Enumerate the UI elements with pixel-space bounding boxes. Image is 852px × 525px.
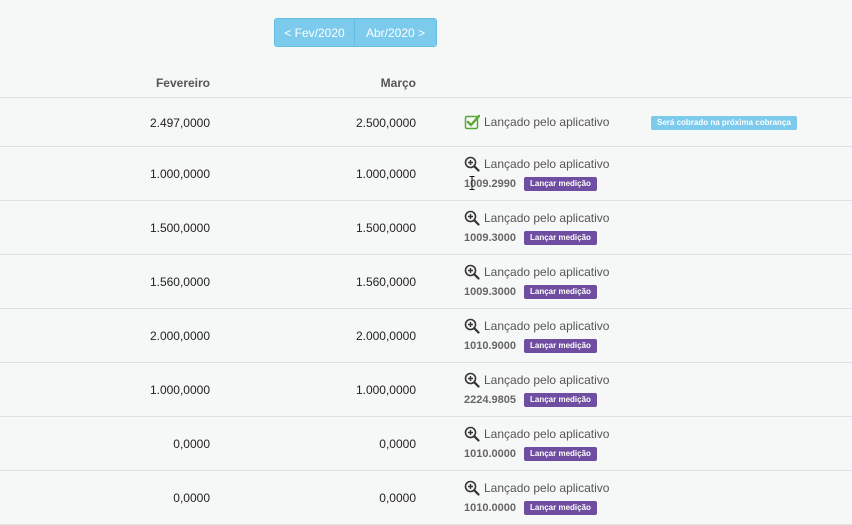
february-value: 0,0000	[173, 437, 210, 451]
launch-reading-button[interactable]: Lançar medição	[524, 447, 597, 461]
status: Lançado pelo aplicativo	[464, 480, 609, 496]
readings-table: 2.497,0000 2.500,0000 Lançado pelo aplic…	[0, 97, 852, 525]
march-value: 2.500,0000	[355, 116, 416, 130]
meter-reading: 2224.9805 Lançar medição	[464, 393, 597, 407]
column-header-february: Fevereiro	[155, 76, 210, 90]
zoom-in-icon[interactable]	[464, 210, 480, 226]
meter-value: 1010.0000	[464, 502, 516, 514]
next-month-button[interactable]: Abr/2020 >	[355, 19, 436, 46]
meter-value: 1009.3000	[464, 286, 516, 298]
status-text: Lançado pelo aplicativo	[484, 373, 610, 387]
table-row: 1.500,0000 1.500,0000 Lançado pelo aplic…	[0, 201, 852, 255]
launch-reading-button[interactable]: Lançar medição	[524, 285, 597, 299]
status: Lançado pelo aplicativo	[464, 264, 609, 280]
status: Lançado pelo aplicativo	[464, 156, 609, 172]
table-row: 1.000,0000 1.000,0000 Lançado pelo aplic…	[0, 363, 852, 417]
status: Lançado pelo aplicativo	[464, 426, 609, 442]
status-text: Lançado pelo aplicativo	[484, 481, 610, 495]
launch-reading-button[interactable]: Lançar medição	[524, 339, 597, 353]
launch-reading-button[interactable]: Lançar medição	[524, 393, 597, 407]
status: Lançado pelo aplicativo	[464, 114, 609, 130]
column-header-march: Março	[380, 76, 416, 90]
launch-reading-button[interactable]: Lançar medição	[524, 231, 597, 245]
march-value: 0,0000	[379, 491, 416, 505]
text-cursor-icon	[469, 176, 475, 190]
meter-value: 1009.3000	[464, 232, 516, 244]
february-value: 1.500,0000	[149, 221, 210, 235]
february-value: 1.000,0000	[149, 167, 210, 181]
status: Lançado pelo aplicativo	[464, 210, 609, 226]
zoom-in-icon[interactable]	[464, 318, 480, 334]
zoom-in-icon[interactable]	[464, 156, 480, 172]
table-row: 1.000,0000 1.000,0000 Lançado pelo aplic…	[0, 147, 852, 201]
meter-value: 2224.9805	[464, 394, 516, 406]
status: Lançado pelo aplicativo	[464, 372, 609, 388]
meter-reading: 1009.3000 Lançar medição	[464, 231, 597, 245]
status-text: Lançado pelo aplicativo	[484, 115, 610, 129]
meter-reading: 1010.0000 Lançar medição	[464, 447, 597, 461]
february-value: 2.497,0000	[149, 116, 210, 130]
meter-value: 1010.0000	[464, 448, 516, 460]
march-value: 0,0000	[379, 437, 416, 451]
status-text: Lançado pelo aplicativo	[484, 211, 610, 225]
march-value: 1.500,0000	[355, 221, 416, 235]
billing-badge: Será cobrado na próxima cobrança	[651, 116, 797, 130]
table-row: 2.497,0000 2.500,0000 Lançado pelo aplic…	[0, 98, 852, 147]
zoom-in-icon[interactable]	[464, 426, 480, 442]
meter-reading: 1010.9000 Lançar medição	[464, 339, 597, 353]
february-value: 1.560,0000	[149, 275, 210, 289]
launch-reading-button[interactable]: Lançar medição	[524, 501, 597, 515]
prev-month-button[interactable]: < Fev/2020	[275, 19, 355, 46]
meter-reading: 1009.3000 Lançar medição	[464, 285, 597, 299]
status-text: Lançado pelo aplicativo	[484, 265, 610, 279]
table-row: 0,0000 0,0000 Lançado pelo aplicativo 10…	[0, 417, 852, 471]
march-value: 1.000,0000	[355, 383, 416, 397]
check-icon	[464, 114, 480, 130]
status-text: Lançado pelo aplicativo	[484, 427, 610, 441]
launch-reading-button[interactable]: Lançar medição	[524, 177, 597, 191]
table-row: 0,0000 0,0000 Lançado pelo aplicativo 10…	[0, 471, 852, 525]
march-value: 2.000,0000	[355, 329, 416, 343]
february-value: 2.000,0000	[149, 329, 210, 343]
march-value: 1.000,0000	[355, 167, 416, 181]
month-navigation: < Fev/2020 Abr/2020 >	[274, 18, 437, 47]
status: Lançado pelo aplicativo	[464, 318, 609, 334]
march-value: 1.560,0000	[355, 275, 416, 289]
february-value: 0,0000	[173, 491, 210, 505]
february-value: 1.000,0000	[149, 383, 210, 397]
zoom-in-icon[interactable]	[464, 480, 480, 496]
status-text: Lançado pelo aplicativo	[484, 319, 610, 333]
table-row: 2.000,0000 2.000,0000 Lançado pelo aplic…	[0, 309, 852, 363]
meter-value: 1010.9000	[464, 340, 516, 352]
zoom-in-icon[interactable]	[464, 372, 480, 388]
meter-reading: 1009.2990 Lançar medição	[464, 177, 597, 191]
table-row: 1.560,0000 1.560,0000 Lançado pelo aplic…	[0, 255, 852, 309]
zoom-in-icon[interactable]	[464, 264, 480, 280]
meter-reading: 1010.0000 Lançar medição	[464, 501, 597, 515]
status-text: Lançado pelo aplicativo	[484, 157, 610, 171]
